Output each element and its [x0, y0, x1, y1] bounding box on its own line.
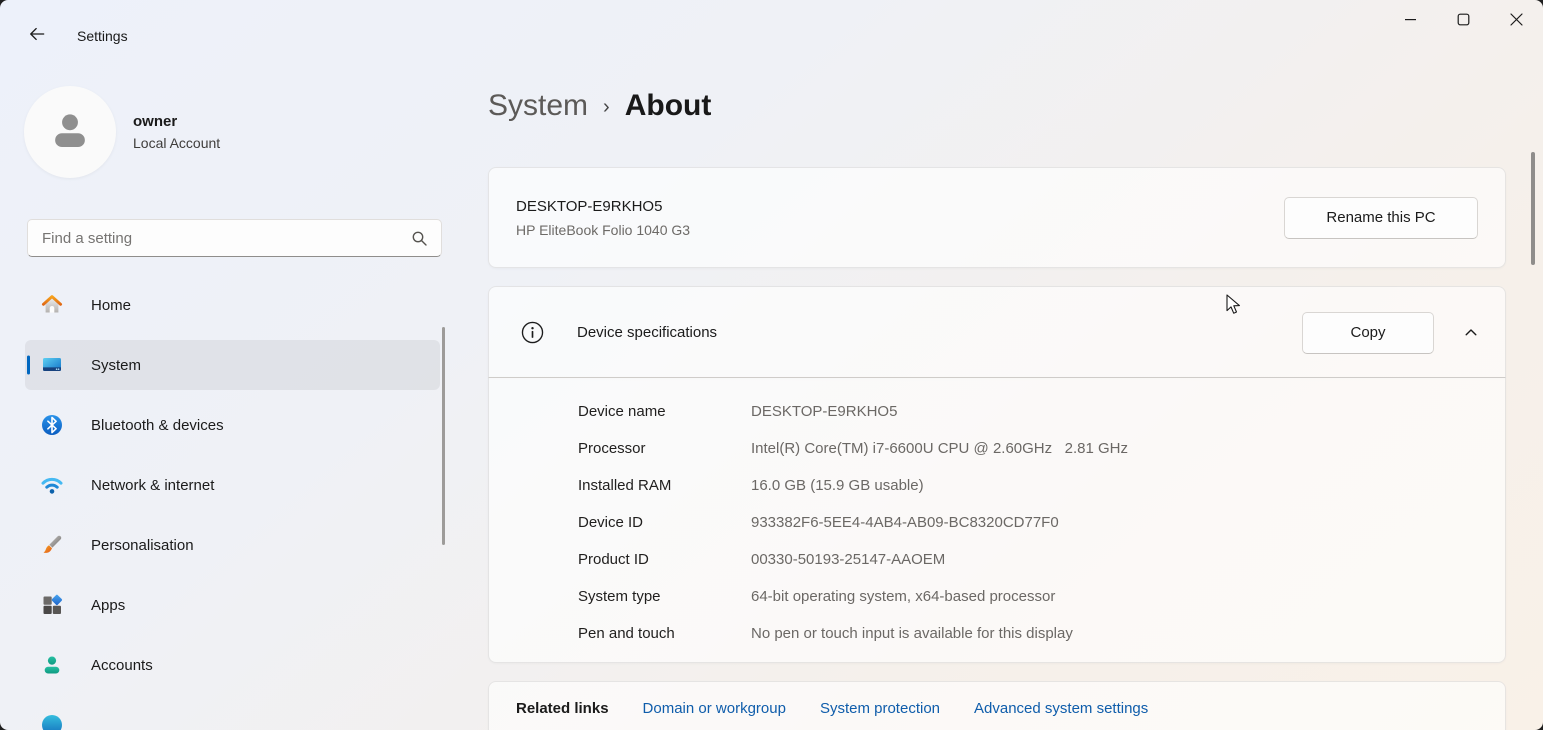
- device-specifications-body: Device name DESKTOP-E9RKHO5 Processor In…: [488, 377, 1506, 663]
- home-icon: [40, 293, 64, 317]
- settings-window: Settings owne: [0, 0, 1543, 730]
- account-type: Local Account: [133, 135, 220, 151]
- search-input[interactable]: [28, 220, 411, 256]
- related-links-title: Related links: [516, 700, 609, 717]
- chevron-right-icon: ›: [603, 93, 610, 119]
- spec-label: Pen and touch: [578, 625, 751, 642]
- breadcrumb: System › About: [488, 89, 711, 123]
- device-specifications-header[interactable]: Device specifications Copy: [488, 286, 1506, 378]
- spec-value: 933382F6-5EE4-4AB4-AB09-BC8320CD77F0: [751, 514, 1059, 531]
- sidebar-item-label: Personalisation: [91, 537, 194, 554]
- device-name-card: DESKTOP-E9RKHO5 HP EliteBook Folio 1040 …: [488, 167, 1506, 268]
- search-icon[interactable]: [411, 230, 428, 247]
- sidebar-nav: Home System Bl: [25, 280, 440, 730]
- paintbrush-icon: [40, 533, 64, 557]
- account-name: owner: [133, 113, 220, 130]
- breadcrumb-parent[interactable]: System: [488, 89, 588, 123]
- device-name: DESKTOP-E9RKHO5: [516, 198, 690, 215]
- spec-row-device-name: Device name DESKTOP-E9RKHO5: [578, 393, 1505, 430]
- search-box[interactable]: [27, 219, 442, 257]
- window-controls: [1384, 0, 1543, 44]
- account-section: owner Local Account: [24, 86, 220, 178]
- copy-button[interactable]: Copy: [1302, 312, 1434, 354]
- person-avatar-icon: [48, 108, 92, 157]
- spec-row-installed-ram: Installed RAM 16.0 GB (15.9 GB usable): [578, 467, 1505, 504]
- apps-icon: [40, 593, 64, 617]
- globe-icon: [40, 713, 64, 730]
- minimize-icon: [1404, 13, 1417, 31]
- spec-label: Installed RAM: [578, 477, 751, 494]
- device-name-block: DESKTOP-E9RKHO5 HP EliteBook Folio 1040 …: [516, 198, 690, 238]
- spec-row-product-id: Product ID 00330-50193-25147-AAOEM: [578, 541, 1505, 578]
- link-domain-or-workgroup[interactable]: Domain or workgroup: [643, 700, 786, 717]
- device-model: HP EliteBook Folio 1040 G3: [516, 222, 690, 238]
- sidebar-item-label: Network & internet: [91, 477, 214, 494]
- wifi-icon: [40, 473, 64, 497]
- related-links-card: Related links Domain or workgroup System…: [488, 681, 1506, 730]
- spec-label: Device ID: [578, 514, 751, 531]
- minimize-button[interactable]: [1384, 0, 1437, 44]
- spec-row-processor: Processor Intel(R) Core(TM) i7-6600U CPU…: [578, 430, 1505, 467]
- back-button[interactable]: [22, 22, 52, 50]
- info-icon: [521, 321, 544, 344]
- link-system-protection[interactable]: System protection: [820, 700, 940, 717]
- spec-label: Device name: [578, 403, 751, 420]
- sidebar-item-bluetooth-devices[interactable]: Bluetooth & devices: [25, 400, 440, 450]
- sidebar-item-label: System: [91, 357, 141, 374]
- maximize-icon: [1457, 13, 1470, 31]
- device-specifications-title: Device specifications: [577, 324, 717, 341]
- collapse-expander-button[interactable]: [1451, 313, 1491, 353]
- link-advanced-system-settings[interactable]: Advanced system settings: [974, 700, 1148, 717]
- main-scrollbar[interactable]: [1531, 152, 1535, 265]
- sidebar-item-label: Bluetooth & devices: [91, 417, 224, 434]
- spec-value: 16.0 GB (15.9 GB usable): [751, 477, 924, 494]
- app-title: Settings: [77, 28, 128, 44]
- sidebar-item-home[interactable]: Home: [25, 280, 440, 330]
- sidebar-item-label: Home: [91, 297, 131, 314]
- bluetooth-icon: [40, 413, 64, 437]
- sidebar-item-accounts[interactable]: Accounts: [25, 640, 440, 690]
- person-icon: [40, 653, 64, 677]
- spec-row-system-type: System type 64-bit operating system, x64…: [578, 578, 1505, 615]
- spec-label: Processor: [578, 440, 751, 457]
- spec-row-device-id: Device ID 933382F6-5EE4-4AB4-AB09-BC8320…: [578, 504, 1505, 541]
- sidebar-item-apps[interactable]: Apps: [25, 580, 440, 630]
- spec-label: Product ID: [578, 551, 751, 568]
- sidebar-scrollbar[interactable]: [442, 327, 445, 545]
- sidebar-item-partial[interactable]: [25, 700, 440, 730]
- spec-value: No pen or touch input is available for t…: [751, 625, 1073, 642]
- close-button[interactable]: [1490, 0, 1543, 44]
- close-icon: [1510, 13, 1523, 31]
- spec-value: 00330-50193-25147-AAOEM: [751, 551, 945, 568]
- sidebar-item-label: Apps: [91, 597, 125, 614]
- maximize-button[interactable]: [1437, 0, 1490, 44]
- spec-label: System type: [578, 588, 751, 605]
- spec-value: 64-bit operating system, x64-based proce…: [751, 588, 1055, 605]
- spec-value: DESKTOP-E9RKHO5: [751, 403, 897, 420]
- spec-row-pen-and-touch: Pen and touch No pen or touch input is a…: [578, 615, 1505, 652]
- sidebar-item-label: Accounts: [91, 657, 153, 674]
- system-icon: [40, 353, 64, 377]
- chevron-up-icon: [1463, 325, 1479, 341]
- spec-value: Intel(R) Core(TM) i7-6600U CPU @ 2.60GHz…: [751, 440, 1128, 457]
- avatar: [24, 86, 116, 178]
- sidebar-item-personalisation[interactable]: Personalisation: [25, 520, 440, 570]
- sidebar-item-system[interactable]: System: [25, 340, 440, 390]
- account-text: owner Local Account: [133, 113, 220, 151]
- rename-pc-button[interactable]: Rename this PC: [1284, 197, 1478, 239]
- sidebar-item-network-internet[interactable]: Network & internet: [25, 460, 440, 510]
- back-arrow-icon: [27, 24, 47, 49]
- page-title: About: [625, 89, 712, 123]
